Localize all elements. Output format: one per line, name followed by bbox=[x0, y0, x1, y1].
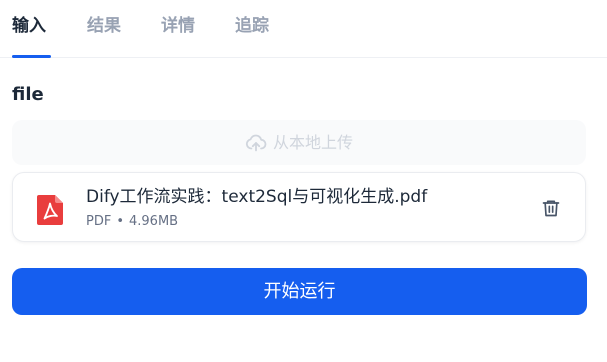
tab-bar: 输入 结果 详情 追踪 bbox=[0, 0, 607, 58]
start-run-button[interactable]: 开始运行 bbox=[12, 268, 587, 315]
upload-label: 从本地上传 bbox=[272, 132, 353, 152]
cloud-upload-icon bbox=[245, 132, 267, 154]
tab-input[interactable]: 输入 bbox=[12, 15, 46, 37]
pdf-file-icon bbox=[37, 195, 63, 225]
tab-tracing[interactable]: 追踪 bbox=[235, 15, 269, 37]
meta-separator: • bbox=[116, 214, 124, 229]
file-meta: PDF • 4.96MB bbox=[86, 213, 178, 231]
uploaded-file-card: Dify工作流实践：text2Sql与可视化生成.pdf PDF • 4.96MB bbox=[12, 172, 586, 242]
tab-details[interactable]: 详情 bbox=[161, 15, 195, 37]
file-field-label: file bbox=[12, 84, 44, 105]
upload-from-local-button[interactable]: 从本地上传 bbox=[12, 120, 586, 165]
trash-icon bbox=[542, 200, 560, 217]
delete-file-button[interactable] bbox=[540, 197, 562, 219]
active-tab-indicator bbox=[12, 55, 51, 58]
file-size: 4.96MB bbox=[129, 214, 179, 229]
tab-result[interactable]: 结果 bbox=[87, 15, 121, 37]
workflow-run-panel: 输入 结果 详情 追踪 file 从本地上传 Dify工作流实践：text2Sq… bbox=[0, 0, 607, 362]
file-name: Dify工作流实践：text2Sql与可视化生成.pdf bbox=[86, 187, 428, 207]
file-type: PDF bbox=[86, 214, 112, 229]
